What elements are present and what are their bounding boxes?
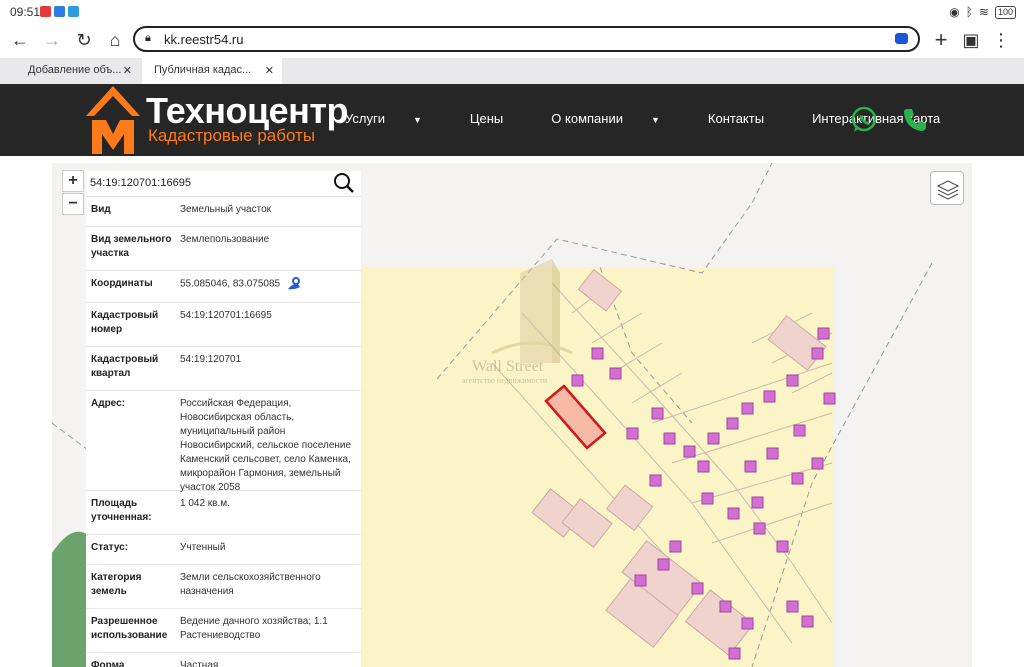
main-nav: Услуги ▼ Цены О компании ▼ Контакты Интера… [345,111,988,126]
info-value: 54:19:120701 [180,354,242,365]
app-notification-icon [68,6,79,17]
nav-label: Контакты [707,111,765,126]
info-key: Вид [91,204,111,215]
eye-icon: ◉ [949,5,960,19]
zoom-out-button[interactable]: − [62,193,84,215]
info-key: Кадастровый квартал [91,354,159,379]
tab-label: Публичная кадас... [154,64,252,76]
nav-item-prices[interactable]: Цены [470,111,527,126]
info-key: Вид земельного участка [91,234,172,259]
parcel-info-panel: 54:19:120701:16695 Вид Земельный участок… [86,171,361,667]
nav-label: О компании [551,111,623,126]
status-bar: 09:51 ◉ ᛒ ≋ 100 [0,0,1024,24]
logo-icon[interactable] [84,84,142,156]
phone-icon[interactable] [901,106,929,134]
info-key: Площадь уточненная: [91,498,152,523]
info-value: Земли сельскохозяйственного назначения [180,572,321,597]
system-status: ◉ ᛒ ≋ 100 [949,5,1016,19]
info-row-type: Вид Земельный участок [86,197,361,227]
info-row-cadastral-number: Кадастровый номер 54:19:120701:16695 [86,303,361,347]
more-menu-icon[interactable]: ⋮ [989,28,1013,52]
nav-label: Услуги [345,111,385,126]
info-key: Разрешенное использование [91,616,168,641]
close-icon[interactable]: ✕ [123,64,132,77]
info-key: Статус: [91,542,129,553]
info-value: Ведение дачного хозяйства; 1.1 Растениев… [180,616,328,641]
app-notification-icon [54,6,65,17]
info-key: Форма [91,660,125,667]
info-row-cadastral-quarter: Кадастровый квартал 54:19:120701 [86,347,361,391]
whatsapp-icon[interactable] [850,106,878,134]
new-tab-icon[interactable]: + [929,27,953,52]
info-key: Адрес: [91,398,125,409]
lock-icon: 🔒︎ [145,32,151,44]
info-row-address: Адрес: Российская Федерация, Новосибирск… [86,391,361,493]
green-zone [52,531,88,667]
info-row-permitted-use: Разрешенное использование Ведение дачног… [86,609,361,653]
sidebar-toggle-icon[interactable]: ▣ [959,28,983,52]
back-arrow-icon[interactable]: ← [8,28,32,52]
brand-subtitle: Кадастровые работы [148,126,316,145]
url-text: kk.reestr54.ru [164,32,244,47]
search-input[interactable]: 54:19:120701:16695 [90,177,191,189]
site-header: Техноцентр Кадастровые работы Услуги ▼ Це… [0,84,1024,156]
nav-item-about[interactable]: О компании ▼ [551,111,684,126]
battery-indicator: 100 [994,5,1016,19]
clock: 09:51 [10,5,41,19]
coordinates-value: 55.085046, 83.075085 [180,278,281,290]
info-value: Земельный участок [180,204,272,215]
info-value: Российская Федерация, Новосибирская обла… [180,398,352,493]
info-value: Учтенный [180,542,226,553]
translate-icon[interactable] [895,33,908,44]
close-icon[interactable]: ✕ [265,64,274,77]
zoom-in-button[interactable]: + [62,170,84,192]
reload-icon[interactable]: ↻ [72,28,96,52]
watermark-title: Wall Street [472,358,544,375]
tab-label: Добавление объ... [28,64,122,76]
info-value: Землепользование [180,234,270,245]
cadastral-search[interactable]: 54:19:120701:16695 [86,171,361,197]
app-notification-icon [40,6,51,17]
map-marker-icon[interactable] [287,277,301,291]
info-value-wrap: 55.085046, 83.075085 [174,271,361,302]
notification-icons [40,6,79,17]
tab-strip: Добавление объ... ✕ Публичная кадас... ✕ [0,58,1024,84]
info-key: Кадастровый номер [91,310,159,335]
info-row-land-kind: Вид земельного участка Землепользование [86,227,361,271]
info-value: 54:19:120701:16695 [180,310,272,321]
chevron-down-icon: ▼ [650,115,660,125]
info-key: Категория земель [91,572,142,597]
bluetooth-icon: ᛒ [965,5,973,19]
search-icon[interactable] [333,172,355,194]
info-row-ownership-form: Форма Частная [86,653,361,667]
info-row-coordinates: Координаты 55.085046, 83.075085 [86,271,361,303]
layers-button[interactable] [930,171,964,205]
tab-public-cadastral[interactable]: Публичная кадас... ✕ [142,58,282,84]
browser-toolbar: ← → ↻ ⌂ 🔒︎ kk.reestr54.ru + ▣ ⋮ [0,24,1024,56]
layers-icon [936,180,960,200]
info-row-status: Статус: Учтенный [86,535,361,565]
info-value: Частная [180,660,219,667]
nav-item-services[interactable]: Услуги ▼ [345,111,446,126]
chevron-down-icon: ▼ [412,115,422,125]
info-value: 1 042 кв.м. [180,498,230,509]
tab-add-object[interactable]: Добавление объ... ✕ [16,58,140,84]
info-key: Координаты [91,278,153,289]
wifi-icon: ≋ [978,5,989,19]
info-row-area: Площадь уточненная: 1 042 кв.м. [86,491,361,535]
home-icon[interactable]: ⌂ [103,28,127,52]
info-row-land-category: Категория земель Земли сельскохозяйствен… [86,565,361,609]
watermark-subtitle: агентство недвижимости [462,376,548,385]
address-bar[interactable]: 🔒︎ kk.reestr54.ru [133,26,920,52]
nav-item-interactive-map[interactable]: Интерактивная карта [812,111,964,126]
forward-arrow-icon[interactable]: → [40,28,64,52]
nav-item-contacts[interactable]: Контакты [708,111,788,126]
nav-label: Цены [469,111,504,126]
